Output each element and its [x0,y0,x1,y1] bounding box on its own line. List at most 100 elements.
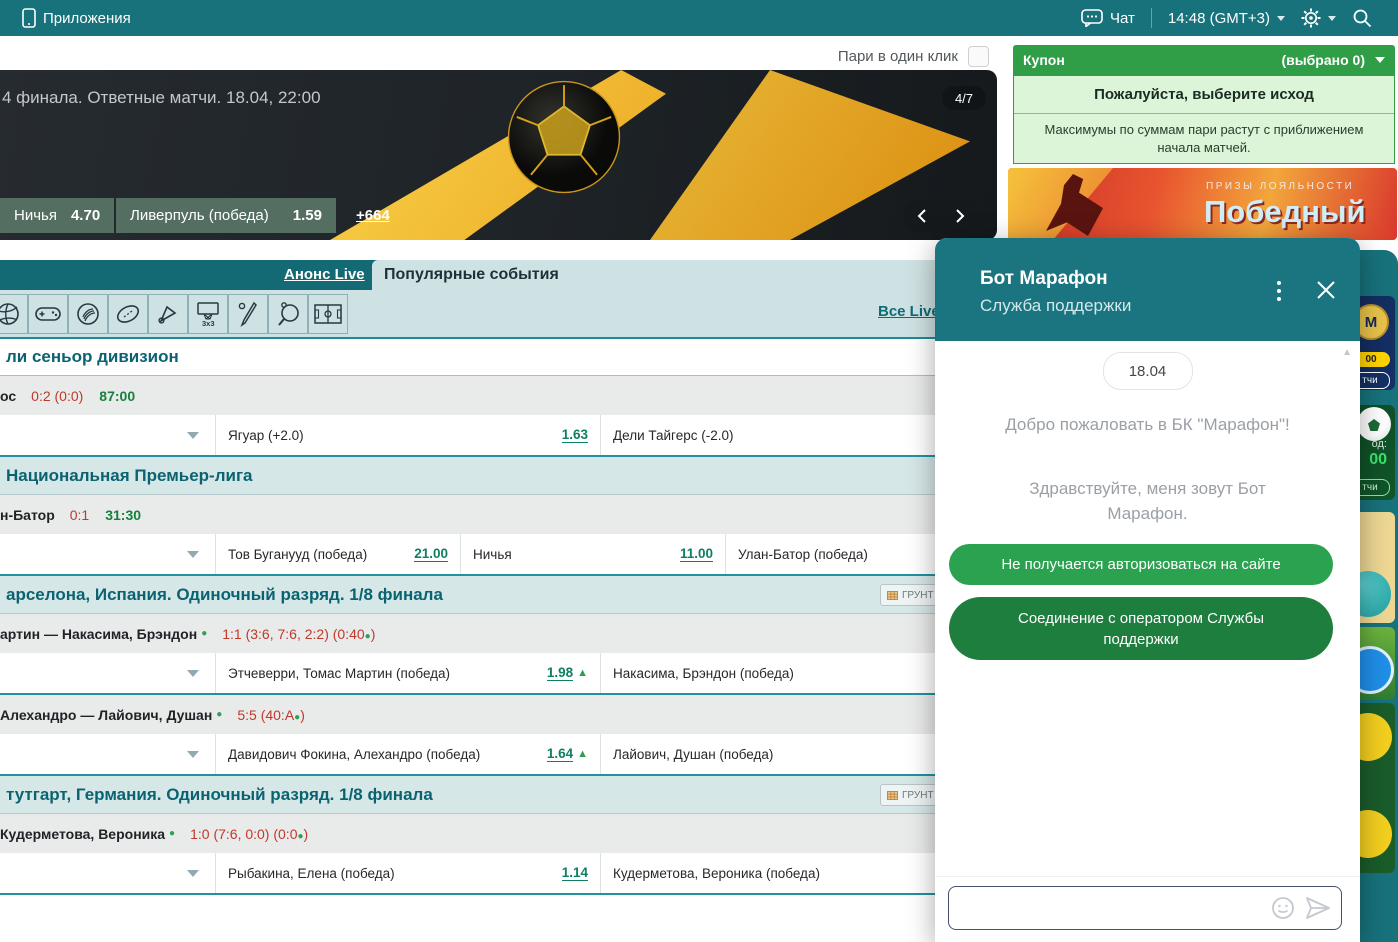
sport-badminton[interactable] [148,294,188,334]
pitch-icon [313,303,343,325]
match-name: н-Батор [0,507,55,523]
match-name: Алехандро — Лайович, Душан [0,707,212,723]
coupon-prompt: Пожалуйста, выберите исход [1014,76,1394,114]
match-score: 5:5 (40:A●) [237,707,305,723]
odd-label: Этчеверри, Томас Мартин (победа) [228,666,547,681]
match-time: 31:30 [105,507,141,523]
match-score: 1:0 (7:6, 0:0) (0:0●) [190,826,308,842]
odd-up-arrow: ▲ [577,748,588,760]
expand-caret-icon [187,432,199,439]
match-row[interactable]: Алехандро — Лайович, Душан ● 5:5 (40:A●) [0,695,1005,734]
coupon-body: Пожалуйста, выберите исход Максимумы по … [1013,75,1395,164]
league-header[interactable]: Национальная Премьер-лига [0,457,1005,495]
odd-up-arrow: ▲ [577,667,588,679]
odds-row: Этчеверри, Томас Мартин (победа) 1.98 ▲ … [0,653,1005,695]
banner-odd-draw[interactable]: Ничья 4.70 [0,198,114,233]
carousel-next-button[interactable] [941,199,978,233]
odd-value: 11.00 [680,546,713,562]
chat-close-button[interactable] [1314,278,1338,302]
chat-date-pill: 18.04 [1103,352,1193,390]
odd-label: Тов Буганууд (победа) [228,547,414,562]
send-icon[interactable] [1305,896,1331,920]
chat-body: ▲ 18.04 Добро пожаловать в БК "Марафон"!… [935,341,1360,876]
odd-value: 1.14 [562,865,588,881]
hero-banner[interactable]: 4 финала. Ответные матчи. 18.04, 22:00 4… [0,70,997,240]
coupon-selected-count: (выбрано 0) [1281,52,1365,68]
court-surface-badge: ГРУНТ [880,784,941,806]
sport-rugby[interactable] [108,294,148,334]
gear-icon [1301,8,1321,28]
sport-futsal[interactable] [308,294,348,334]
gamepad-icon [34,301,62,327]
banner-odd-liverpool[interactable]: Ливерпуль (победа) 1.59 [116,198,336,233]
betslip-coupon: Купон (выбрано 0) Пожалуйста, выберите и… [1013,45,1395,164]
match-row[interactable]: артин — Накасима, Брэндон ● 1:1 (3:6, 7:… [0,614,1005,653]
settings-menu[interactable] [1301,8,1336,28]
odd-cell[interactable]: Давидович Фокина, Алехандро (победа) 1.6… [216,734,601,774]
promo-title: Победный [1204,194,1366,230]
carousel-prev-button[interactable] [903,199,940,233]
expand-markets-cell[interactable] [0,853,216,893]
match-score: 1:1 (3:6, 7:6, 2:2) (0:40●) [222,626,375,642]
chat-footer [935,876,1360,942]
loyalty-promo-banner[interactable]: ПРИЗЫ ЛОЯЛЬНОСТИ Победный [1008,168,1397,240]
grid-icon [887,591,898,600]
grid-icon [887,791,898,800]
odds-row: Рыбакина, Елена (победа) 1.14 Кудерметов… [0,853,1005,895]
time-label: 14:48 (GMT+3) [1168,10,1270,27]
volleyball-icon [0,301,21,327]
scroll-up-hint-icon[interactable]: ▲ [1342,347,1352,358]
search-button[interactable] [1352,8,1372,28]
chat-option-auth-button[interactable]: Не получается авторизоваться на сайте [949,544,1333,585]
odd-cell[interactable]: Тов Буганууд (победа) 21.00 [216,534,461,574]
tabs-bar: Анонс Live Популярные события [0,260,1005,290]
handball-icon [75,301,101,327]
tab-popular-events[interactable]: Популярные события [372,260,1005,290]
odds-row: Давидович Фокина, Алехандро (победа) 1.6… [0,734,1005,776]
odd-value: 1.59 [293,207,322,224]
league-header[interactable]: ли сеньор дивизион [0,339,1005,376]
expand-markets-cell[interactable] [0,734,216,774]
coupon-header[interactable]: Купон (выбрано 0) [1013,45,1395,75]
all-live-link[interactable]: Все Live [878,303,940,320]
expand-caret-icon [187,751,199,758]
baseball-bat-icon [235,300,261,328]
chat-menu-button[interactable] [1270,278,1288,304]
match-row[interactable]: н-Батор 0:1 31:30 [0,495,1005,534]
expand-markets-cell[interactable] [0,534,216,574]
tab-announce-live[interactable]: Анонс Live [284,266,365,283]
tournament-header[interactable]: арселона, Испания. Одиночный разряд. 1/8… [0,576,1005,614]
match-row[interactable]: Кудерметова, Вероника ● 1:0 (7:6, 0:0) (… [0,814,1005,853]
sport-esports[interactable] [28,294,68,334]
one-click-checkbox[interactable] [968,46,989,67]
emoji-icon[interactable] [1271,896,1295,920]
expand-markets-cell[interactable] [0,415,216,455]
match-row[interactable]: ос 0:2 (0:0) 87:00 [0,376,1005,415]
time-zone-selector[interactable]: 14:48 (GMT+3) [1168,10,1285,27]
match-score: 0:2 (0:0) [31,388,83,404]
sport-basketball-3x3[interactable]: 3x3 [188,294,228,334]
sport-baseball[interactable] [228,294,268,334]
sport-handball[interactable] [68,294,108,334]
odd-cell[interactable]: Ягуар (+2.0) 1.63 [216,415,601,455]
chat-option-operator-button[interactable]: Соединение с оператором Службы поддержки [949,597,1333,660]
chat-message-input[interactable] [949,887,1271,929]
close-icon [1314,278,1338,302]
tournament-header[interactable]: тутгарт, Германия. Одиночный разряд. 1/8… [0,776,1005,814]
odd-label: Ничья [473,547,680,562]
chat-link[interactable]: Чат [1081,9,1135,27]
odd-cell[interactable]: Ничья 11.00 [461,534,726,574]
expand-markets-cell[interactable] [0,653,216,693]
one-click-label: Пари в один клик [838,48,958,65]
apps-menu[interactable]: Приложения [0,8,131,28]
odd-cell[interactable]: Этчеверри, Томас Мартин (победа) 1.98 ▲ [216,653,601,693]
chat-bubble-icon [1081,9,1103,27]
sport-volleyball[interactable] [0,294,28,334]
chat-label: Чат [1110,10,1135,27]
more-markets-link[interactable]: +664 [356,207,390,224]
odd-cell[interactable]: Рыбакина, Елена (победа) 1.14 [216,853,601,893]
sport-table-tennis[interactable] [268,294,308,334]
odd-label: Ягуар (+2.0) [228,428,562,443]
top-bar: Приложения Чат 14:48 (GMT+3) [0,0,1398,36]
expand-caret-icon [187,670,199,677]
